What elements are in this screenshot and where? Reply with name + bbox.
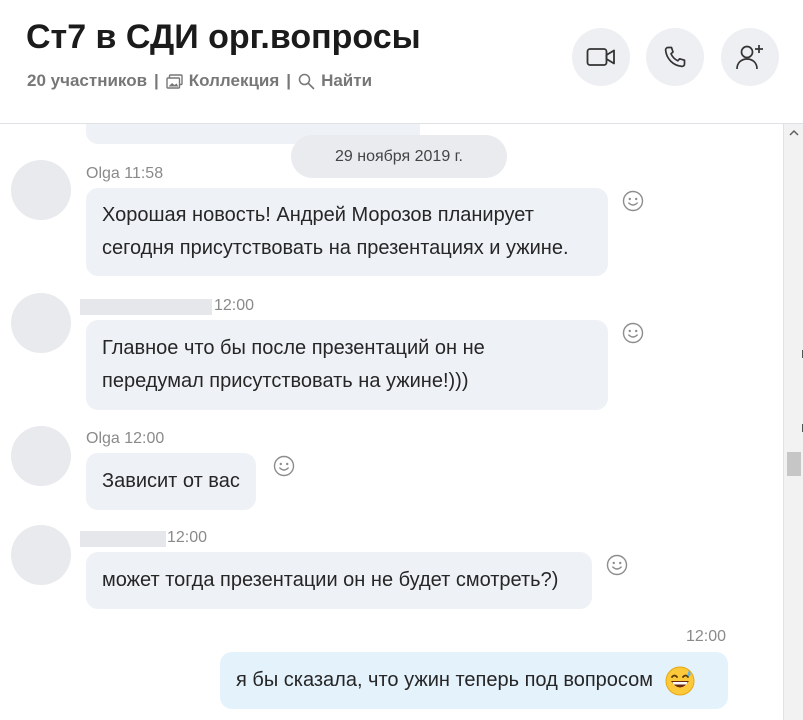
sender-name: Olga <box>86 430 120 447</box>
find-link[interactable]: Найти <box>321 71 372 91</box>
redacted-sender-name <box>80 299 212 315</box>
message-time: 12:00 <box>167 529 208 546</box>
grinning-sweat-emoji-icon <box>665 666 695 696</box>
avatar[interactable] <box>11 293 71 353</box>
date-divider: 29 ноября 2019 г. <box>291 135 507 178</box>
message-text: я бы сказала, что ужин теперь под вопрос… <box>236 669 654 691</box>
sender-name: Olga <box>86 165 120 182</box>
message-bubble[interactable]: Главное что бы после презентаций он не п… <box>86 320 608 410</box>
redacted-sender-name <box>80 531 166 547</box>
collection-link[interactable]: Коллекция <box>189 71 280 91</box>
add-reaction-icon[interactable] <box>622 322 644 344</box>
outgoing-message-bubble[interactable]: я бы сказала, что ужин теперь под вопрос… <box>220 652 728 709</box>
video-call-button[interactable] <box>572 28 630 86</box>
audio-call-button[interactable] <box>646 28 704 86</box>
avatar[interactable] <box>11 426 71 486</box>
separator: | <box>286 71 292 90</box>
add-person-icon <box>736 45 763 70</box>
message-list[interactable]: 29 ноября 2019 г. Olga 11:58 Хорошая нов… <box>0 124 783 720</box>
message-time: 12:00 <box>686 628 727 645</box>
message-bubble[interactable]: Зависит от вас <box>86 453 256 510</box>
message-time: 11:58 <box>124 165 164 182</box>
scroll-thumb[interactable] <box>787 452 801 476</box>
chat-subtitle: 20 участников | Коллекция | Найти <box>27 71 372 91</box>
search-icon <box>298 73 315 90</box>
video-camera-icon <box>586 48 615 66</box>
message-time: 12:00 <box>124 430 165 447</box>
message-bubble[interactable]: может тогда презентации он не будет смот… <box>86 552 592 609</box>
separator: | <box>154 71 159 90</box>
message-meta: Olga 11:58 <box>86 165 163 183</box>
add-reaction-icon[interactable] <box>606 554 628 576</box>
phone-icon <box>664 46 686 68</box>
chat-header: Ст7 в СДИ орг.вопросы 20 участников | Ко… <box>0 0 803 123</box>
message-time: 12:00 <box>214 297 255 314</box>
avatar[interactable] <box>11 160 71 220</box>
add-participant-button[interactable] <box>721 28 779 86</box>
scroll-up-arrow-icon[interactable] <box>784 128 803 144</box>
chat-title[interactable]: Ст7 в СДИ орг.вопросы <box>26 18 421 57</box>
participants-link[interactable]: 20 участников <box>27 71 147 91</box>
add-reaction-icon[interactable] <box>273 455 295 477</box>
message-bubble[interactable]: Хорошая новость! Андрей Морозов планируе… <box>86 188 608 276</box>
chat-scrollbar[interactable] <box>783 124 803 720</box>
add-reaction-icon[interactable] <box>622 190 644 212</box>
gallery-icon <box>166 73 183 90</box>
message-meta: Olga 12:00 <box>86 430 164 448</box>
avatar[interactable] <box>11 525 71 585</box>
